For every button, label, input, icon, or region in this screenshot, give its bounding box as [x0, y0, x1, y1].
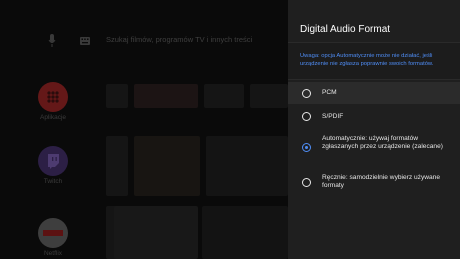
netflix-logo-icon [43, 230, 63, 236]
radio-button-checked[interactable] [302, 143, 311, 152]
twitch-label: Twitch [43, 178, 63, 185]
content-thumbnail[interactable] [134, 84, 198, 108]
content-thumbnail[interactable] [206, 136, 288, 196]
microphone-icon[interactable] [48, 34, 56, 48]
radio-button[interactable] [302, 112, 311, 121]
content-thumbnail[interactable] [202, 206, 288, 259]
home-screen-background: Szukaj filmów, programów TV i innych tre… [0, 0, 288, 259]
option-label: PCM [322, 89, 337, 96]
twitch-tile[interactable] [38, 146, 68, 176]
keyboard-icon[interactable] [80, 37, 90, 45]
content-thumbnail[interactable] [250, 84, 288, 108]
twitch-logo-icon [48, 154, 59, 169]
search-bar[interactable]: Szukaj filmów, programów TV i innych tre… [44, 30, 288, 52]
warning-notice: Uwaga: opcja Automatycznie może nie dzia… [288, 42, 460, 80]
apps-grid-icon [47, 91, 59, 103]
netflix-tile[interactable] [38, 218, 68, 248]
option-spdif[interactable]: S/PDIF [288, 106, 460, 128]
content-thumbnail[interactable] [134, 136, 200, 196]
warning-notice-text: Uwaga: opcja Automatycznie może nie dzia… [300, 53, 434, 68]
option-label: S/PDIF [322, 112, 344, 120]
apps-label: Aplikacje [39, 114, 66, 121]
content-thumbnail[interactable] [204, 84, 244, 108]
radio-button[interactable] [302, 88, 311, 98]
search-placeholder: Szukaj filmów, programów TV i innych tre… [106, 35, 253, 44]
content-thumbnail[interactable] [106, 84, 128, 108]
panel-title: Digital Audio Format [300, 24, 391, 35]
option-automatic[interactable]: Automatycznie: używaj formatów zgłaszany… [288, 132, 460, 162]
option-label: Ręcznie: samodzielnie wybierz używane fo… [322, 174, 441, 190]
apps-tile[interactable] [38, 82, 68, 112]
radio-button[interactable] [302, 178, 311, 187]
option-label: Automatycznie: używaj formatów zgłaszany… [322, 135, 443, 151]
content-thumbnail[interactable] [106, 136, 128, 196]
netflix-label: Netflix [43, 250, 63, 257]
digital-audio-format-panel: Digital Audio Format Uwaga: opcja Automa… [288, 0, 460, 259]
option-pcm[interactable]: PCM [288, 82, 460, 104]
content-thumbnail[interactable] [114, 206, 198, 259]
option-manual[interactable]: Ręcznie: samodzielnie wybierz używane fo… [288, 170, 460, 196]
